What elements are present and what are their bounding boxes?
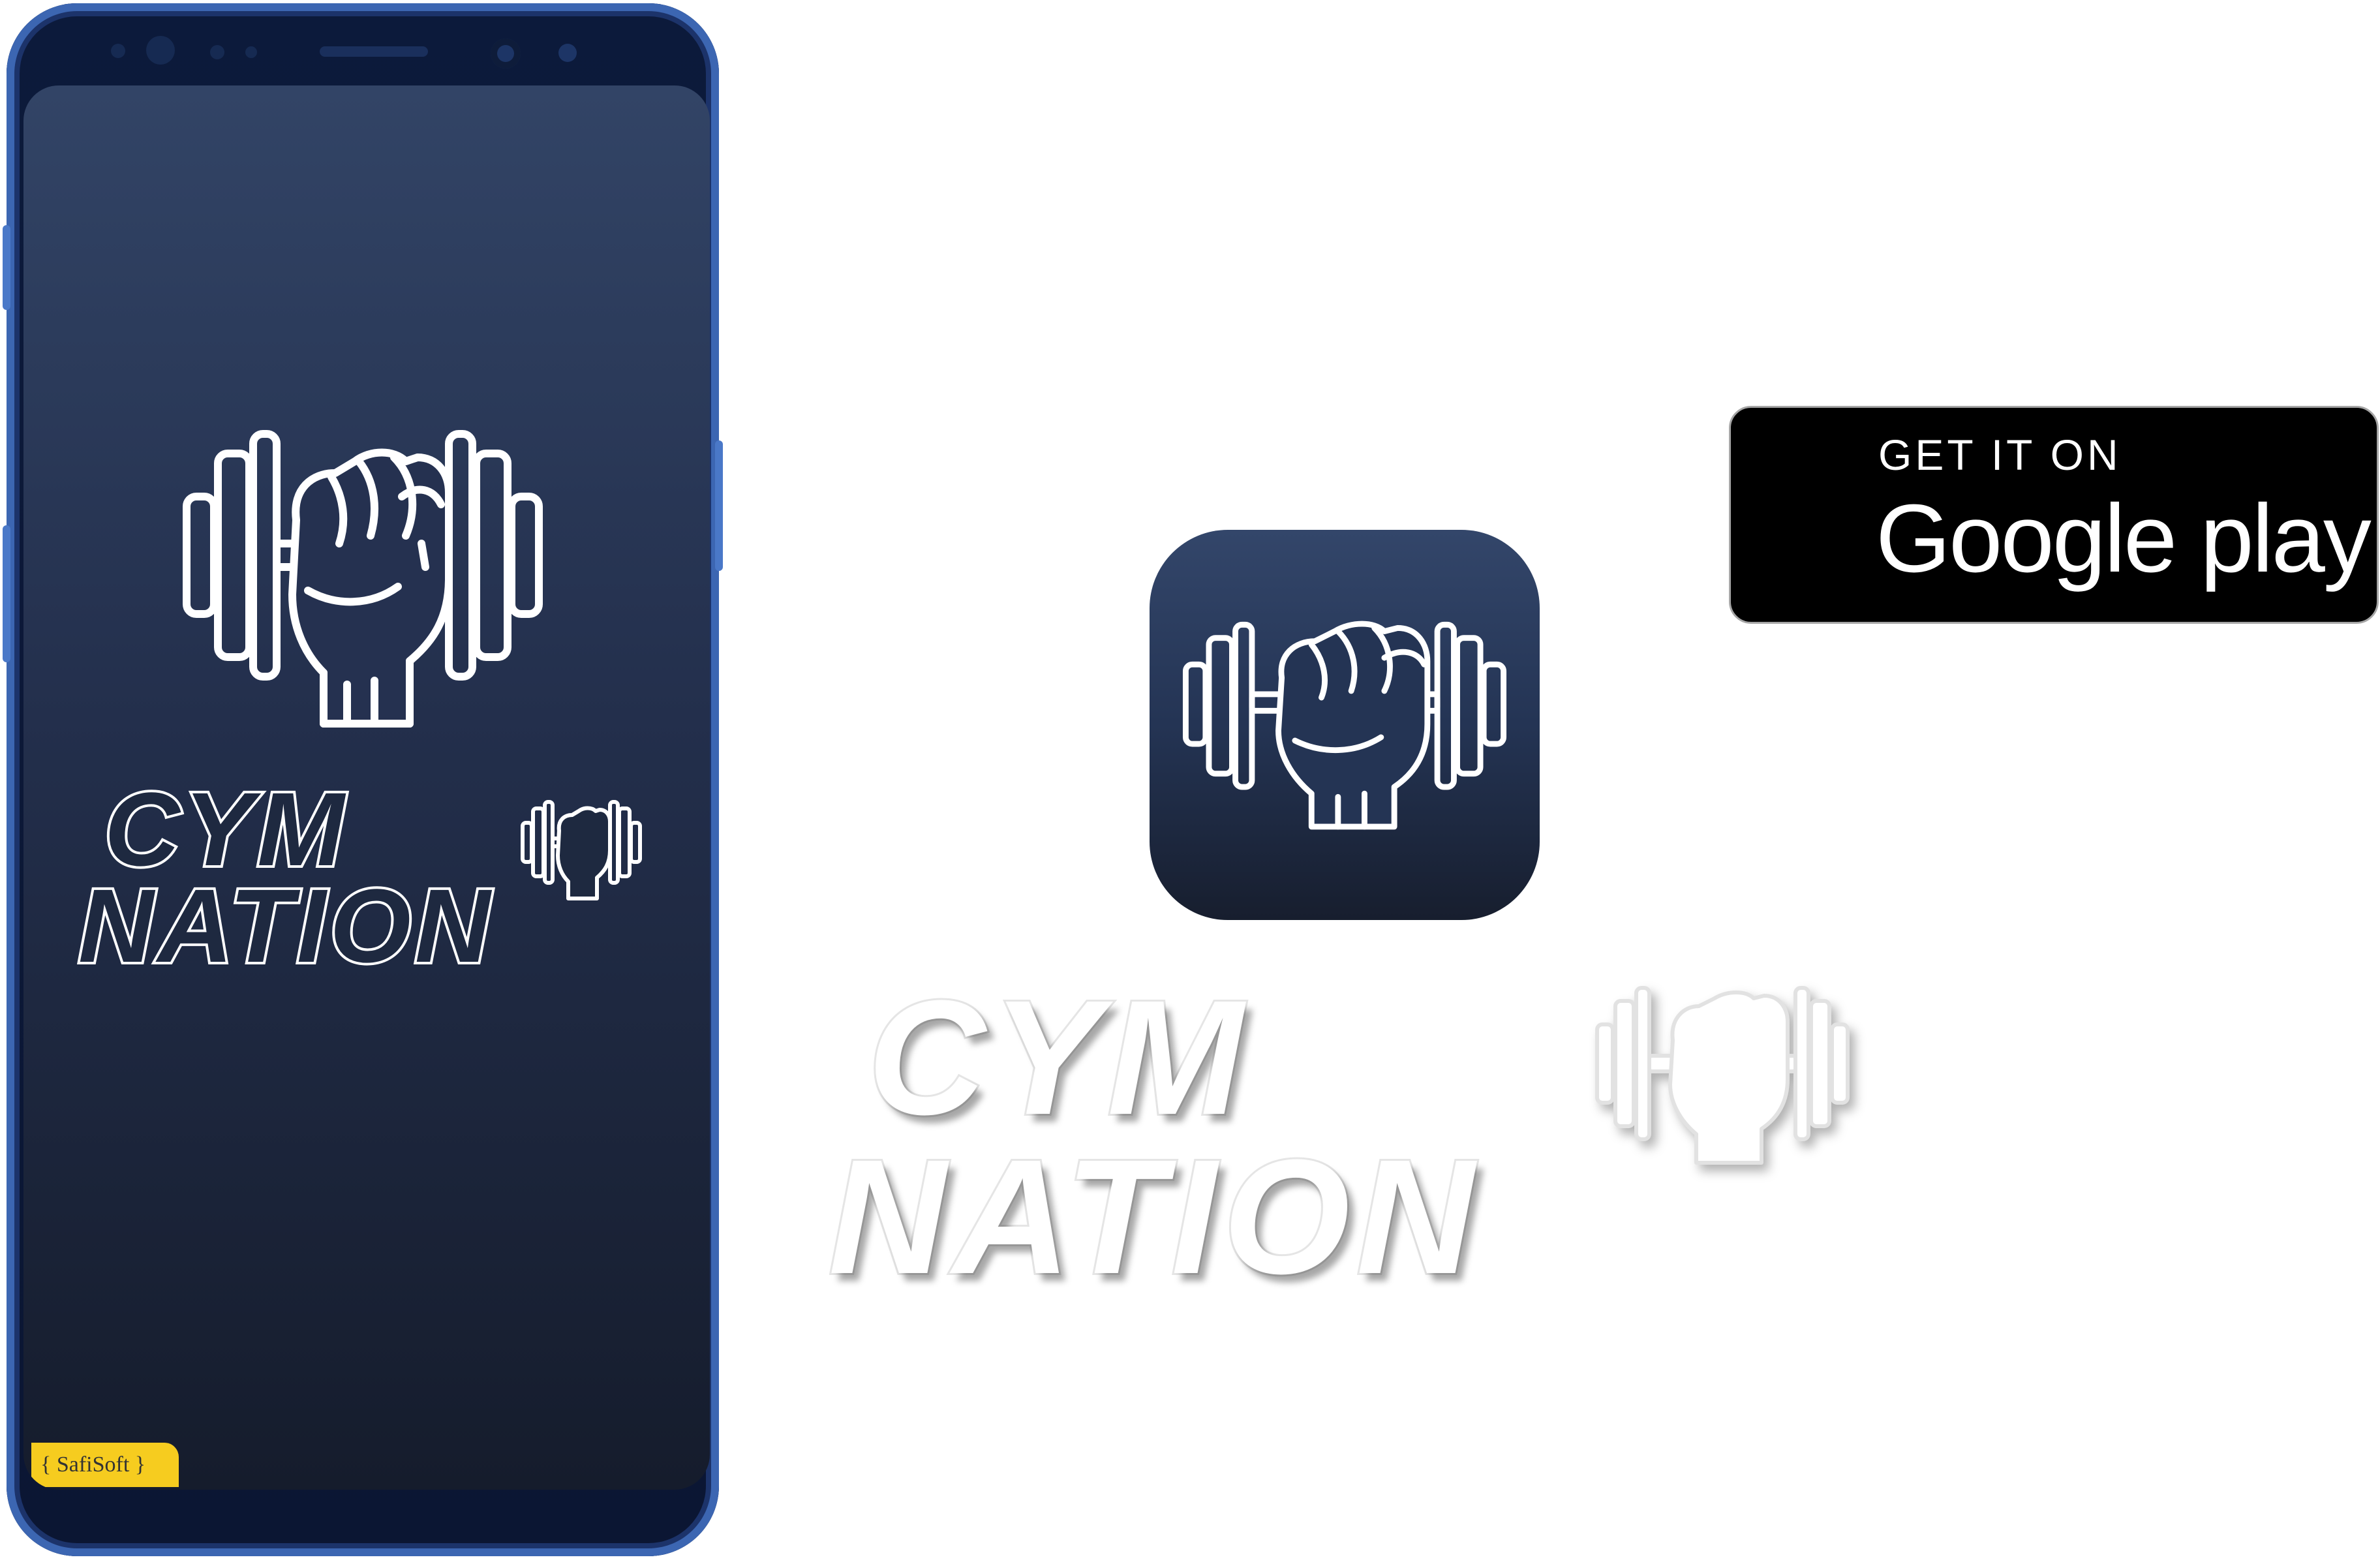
app-name-wordmark: CYM NATION xyxy=(76,771,495,984)
iris-sensor-icon xyxy=(111,44,125,58)
badge-top-text: GET IT ON xyxy=(1878,431,2122,479)
developer-tag: { SafiSoft } xyxy=(31,1443,179,1487)
badge-store-name: Google play xyxy=(1876,485,2372,592)
app-name-line1: CYM xyxy=(102,771,348,887)
app-icon xyxy=(1150,530,1540,920)
dumbbell-fist-icon xyxy=(183,430,543,728)
phone-mockup: CYM NATION { SafiSoft } xyxy=(3,3,723,1556)
power-button xyxy=(715,440,723,571)
google-play-triangle-icon xyxy=(1770,455,1822,579)
small-dumbbell-icon xyxy=(521,800,642,900)
earpiece-speaker xyxy=(320,46,428,57)
light-sensor-icon xyxy=(245,46,257,58)
bixby-button xyxy=(3,525,10,662)
large-wordmark-line1: CYM xyxy=(866,966,1250,1148)
app-icon-dumbbell-fist-icon xyxy=(1182,621,1507,830)
app-name-line2: NATION xyxy=(76,867,495,984)
large-wordmark-dumbbell-icon xyxy=(1595,986,1850,1165)
volume-button xyxy=(3,225,10,310)
google-play-badge[interactable]: GET IT ON Google play xyxy=(1729,406,2379,624)
large-wordmark: CYM NATION xyxy=(827,966,1481,1308)
large-wordmark-line2: NATION xyxy=(827,1126,1481,1308)
splash-screen: CYM NATION { SafiSoft } xyxy=(23,85,710,1490)
proximity-sensor-icon xyxy=(210,45,224,59)
promo-canvas: CYM NATION { SafiSoft } CYM NATION GET I… xyxy=(0,0,2380,1566)
front-camera-icon xyxy=(491,38,521,69)
iris-camera-icon xyxy=(558,44,577,62)
front-sensor-icon xyxy=(146,36,175,65)
